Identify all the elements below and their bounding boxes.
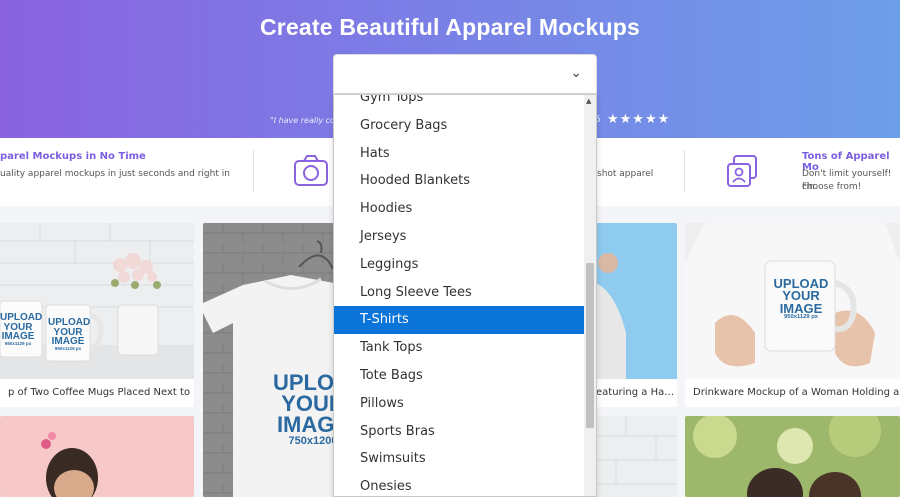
camera-icon	[294, 155, 328, 186]
rating-stars: ★★★★★	[607, 112, 671, 127]
dropdown-option[interactable]: Grocery Bags	[334, 112, 585, 140]
dropdown-option[interactable]: Leggings	[334, 251, 585, 279]
apparel-photo	[596, 223, 677, 379]
category-select[interactable]: ⌄	[333, 54, 597, 94]
tshirt-photo	[203, 223, 334, 497]
mockup-card[interactable]	[596, 416, 677, 497]
upload-placeholder: UPLOAD YOUR IMAGE 950x1129 px	[0, 312, 43, 346]
dropdown-option[interactable]: Long Sleeve Tees	[334, 279, 585, 307]
scroll-up-icon[interactable]: ▲	[586, 97, 591, 105]
profile-card-icon	[727, 155, 757, 187]
mockup-card[interactable]	[685, 416, 900, 497]
dropdown-option[interactable]: Onesies	[334, 473, 585, 496]
feature-desc: choose from!	[802, 182, 862, 192]
card-caption[interactable]: Drinkware Mockup of a Woman Holding an 1…	[685, 379, 900, 407]
dropdown-option[interactable]: Sports Bras	[334, 418, 585, 446]
divider	[253, 150, 254, 192]
mockup-card[interactable]	[0, 416, 194, 497]
dropdown-option[interactable]: Gym Tops	[334, 95, 585, 112]
dropdown-option[interactable]: Swimsuits	[334, 445, 585, 473]
upload-placeholder: UPLOAD YOUR IMAGE 950x1129 px	[48, 317, 91, 351]
mockup-card[interactable]: UPLOAD YOUR IMAGE 950x1129 px Drinkware Mo…	[685, 223, 900, 407]
dropdown-option[interactable]: Tank Tops	[334, 334, 585, 362]
dropdown-option[interactable]: Jerseys	[334, 223, 585, 251]
dropdown-option[interactable]: Hoodies	[334, 195, 585, 223]
card-caption[interactable]: eaturing a Ha…	[596, 379, 677, 407]
scrollbar-thumb[interactable]	[586, 263, 594, 428]
dropdown-option[interactable]: Pillows	[334, 390, 585, 418]
mugs-photo	[0, 223, 194, 379]
feature-title: parel Mockups in No Time	[0, 151, 146, 162]
mockup-card[interactable]: UPLOADYOURIMAGE 750x1200	[203, 223, 334, 497]
chevron-down-icon: ⌄	[570, 65, 582, 81]
dropdown-scrollbar[interactable]: ▲	[584, 95, 596, 496]
dropdown-option[interactable]: Tote Bags	[334, 362, 585, 390]
dropdown-option[interactable]: T-Shirts	[334, 306, 585, 335]
dropdown-options: Gym Tops Grocery Bags Hats Hooded Blankets H…	[334, 95, 585, 496]
mockup-card[interactable]: eaturing a Ha…	[596, 223, 677, 407]
card-caption[interactable]: p of Two Coffee Mugs Placed Next to S…	[0, 379, 194, 407]
divider	[684, 150, 685, 192]
wall-photo	[596, 416, 677, 497]
dropdown-option[interactable]: Hooded Blankets	[334, 167, 585, 195]
mockup-card[interactable]: UPLOAD YOUR IMAGE 950x1129 px UPLOAD YOUR IM…	[0, 223, 194, 407]
page-title: Create Beautiful Apparel Mockups	[259, 14, 640, 40]
dropdown-option[interactable]: Hats	[334, 140, 585, 168]
upload-placeholder: UPLOADYOURIMAGE 750x1200	[273, 370, 334, 447]
upload-placeholder: UPLOAD YOUR IMAGE 950x1129 px	[773, 276, 829, 321]
feature-desc: uality apparel mockups in just seconds a…	[0, 169, 230, 179]
feature-desc: shot apparel	[597, 169, 654, 179]
model-photo	[0, 416, 194, 497]
category-dropdown-list[interactable]: Gym Tops Grocery Bags Hats Hooded Blankets H…	[333, 94, 597, 497]
outdoor-photo	[685, 416, 900, 497]
